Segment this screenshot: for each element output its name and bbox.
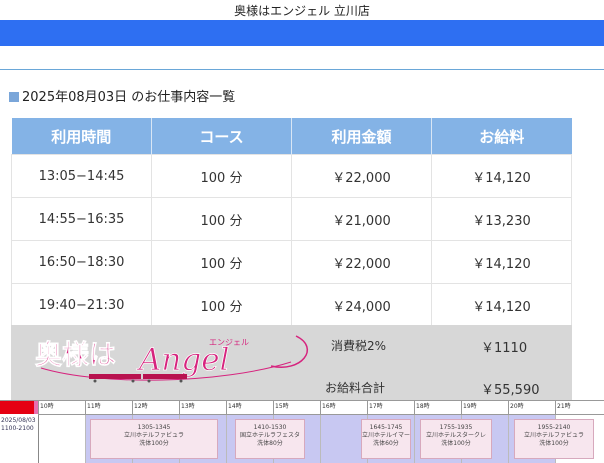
- table-row: 13:05−14:45 100 分 ￥22,000 ￥14,120: [11, 154, 572, 198]
- cell-time: 14:55−16:35: [11, 197, 152, 241]
- cell-time: 13:05−14:45: [11, 154, 152, 198]
- col-course: コース: [151, 118, 292, 155]
- logo-script: Angel: [136, 342, 229, 378]
- hour-label: 15時: [273, 401, 322, 414]
- cell-time: 16:50−18:30: [11, 240, 152, 284]
- cell-course: 100 分: [151, 240, 292, 284]
- timeline-date-cell: 2025/08/03 1100-2100: [0, 401, 39, 463]
- col-amount: 利用金額: [291, 118, 432, 155]
- cell-amount: ￥22,000: [291, 240, 432, 284]
- hour-label: 12時: [132, 401, 181, 414]
- booking-time: 1955-2140: [537, 424, 571, 431]
- hour-label: 19時: [461, 401, 510, 414]
- summary-panel: 奥様は Angel エンジェル 消費税2% ￥1110 お給料合計 ￥55,59…: [11, 325, 572, 400]
- hour-label: 11時: [85, 401, 134, 414]
- date-marker: [0, 401, 34, 414]
- hour-label: 13時: [179, 401, 228, 414]
- booking-course: 洗体100分: [139, 440, 169, 447]
- cell-pay: ￥14,120: [431, 283, 572, 327]
- booking-course: 洗体100分: [539, 440, 569, 447]
- cell-pay: ￥13,230: [431, 197, 572, 241]
- total-label: お給料合計: [325, 381, 386, 395]
- hour-label: 20時: [508, 401, 557, 414]
- table-row: 14:55−16:35 100 分 ￥21,000 ￥13,230: [11, 197, 572, 241]
- cell-amount: ￥24,000: [291, 283, 432, 327]
- timeline-body: 1305-1345 立川ホテルファビュラ 洗体100分 1410-1530 国立…: [38, 415, 604, 463]
- work-table: 利用時間 コース 利用金額 お給料 13:05−14:45 100 分 ￥22,…: [11, 118, 572, 327]
- booking-time: 1645-1745: [369, 424, 403, 431]
- cell-course: 100 分: [151, 154, 292, 198]
- hour-label: 21時: [555, 401, 604, 414]
- logo-text: 奥様は: [35, 339, 116, 371]
- cell-amount: ￥21,000: [291, 197, 432, 241]
- booking-block[interactable]: 1755-1935 立川ホテルスタークレ 洗体100分: [420, 419, 492, 459]
- logo-kana: エンジェル: [209, 338, 249, 347]
- square-icon: [9, 92, 19, 102]
- hour-label: 17時: [367, 401, 416, 414]
- schedule-timeline: 2025/08/03 1100-2100 10時 11時 12時 13時 14時…: [0, 400, 604, 463]
- cell-course: 100 分: [151, 283, 292, 327]
- timeline-date: 2025/08/03: [1, 417, 36, 424]
- header-bar: [0, 20, 604, 46]
- table-header-row: 利用時間 コース 利用金額 お給料: [11, 118, 572, 155]
- tax-label: 消費税2%: [331, 339, 387, 353]
- booking-place: 立川ホテルスタークレ: [425, 432, 486, 439]
- hour-label: 10時: [38, 401, 87, 414]
- booking-time: 1755-1935: [439, 424, 473, 431]
- page-heading: 2025年08月03日 のお仕事内容一覧: [9, 86, 235, 105]
- table-row: 16:50−18:30 100 分 ￥22,000 ￥14,120: [11, 240, 572, 284]
- total-value: ￥55,590: [481, 383, 540, 398]
- hour-label: 18時: [414, 401, 463, 414]
- cell-pay: ￥14,120: [431, 154, 572, 198]
- angel-logo: 奥様は Angel エンジェル: [35, 335, 309, 383]
- col-time: 利用時間: [11, 118, 152, 155]
- booking-time: 1410-1530: [253, 424, 287, 431]
- hour-label: 16時: [320, 401, 369, 414]
- booking-course: 洗体80分: [257, 440, 283, 447]
- shop-title: 奥様はエンジェル 立川店: [234, 4, 370, 18]
- tax-value: ￥1110: [481, 341, 528, 356]
- timeline-shift: 1100-2100: [1, 425, 34, 432]
- booking-place: 国立ホテルラフェスタ: [239, 432, 300, 439]
- booking-place: 立川ホテルイマー: [362, 432, 411, 439]
- cell-course: 100 分: [151, 197, 292, 241]
- timeline-hours: 10時 11時 12時 13時 14時 15時 16時 17時 18時 19時 …: [38, 401, 604, 415]
- logo-train-icon: [89, 374, 187, 383]
- table-row: 19:40−21:30 100 分 ￥24,000 ￥14,120: [11, 283, 572, 327]
- page-heading-text: 2025年08月03日 のお仕事内容一覧: [22, 90, 236, 105]
- booking-time: 1305-1345: [137, 424, 171, 431]
- booking-place: 立川ホテルファビュラ: [523, 432, 584, 439]
- cell-pay: ￥14,120: [431, 240, 572, 284]
- booking-block[interactable]: 1305-1345 立川ホテルファビュラ 洗体100分: [90, 419, 218, 459]
- booking-block[interactable]: 1645-1745 立川ホテルイマー 洗体60分: [361, 419, 411, 459]
- col-pay: お給料: [431, 118, 572, 155]
- booking-block[interactable]: 1955-2140 立川ホテルファビュラ 洗体100分: [514, 419, 594, 459]
- booking-block[interactable]: 1410-1530 国立ホテルラフェスタ 洗体80分: [235, 419, 305, 459]
- booking-place: 立川ホテルファビュラ: [123, 432, 184, 439]
- hour-label: 14時: [226, 401, 275, 414]
- timeline-grid: 10時 11時 12時 13時 14時 15時 16時 17時 18時 19時 …: [38, 401, 604, 463]
- divider: [0, 69, 604, 70]
- booking-course: 洗体60分: [373, 440, 399, 447]
- booking-course: 洗体100分: [441, 440, 471, 447]
- cell-time: 19:40−21:30: [11, 283, 152, 327]
- cell-amount: ￥22,000: [291, 154, 432, 198]
